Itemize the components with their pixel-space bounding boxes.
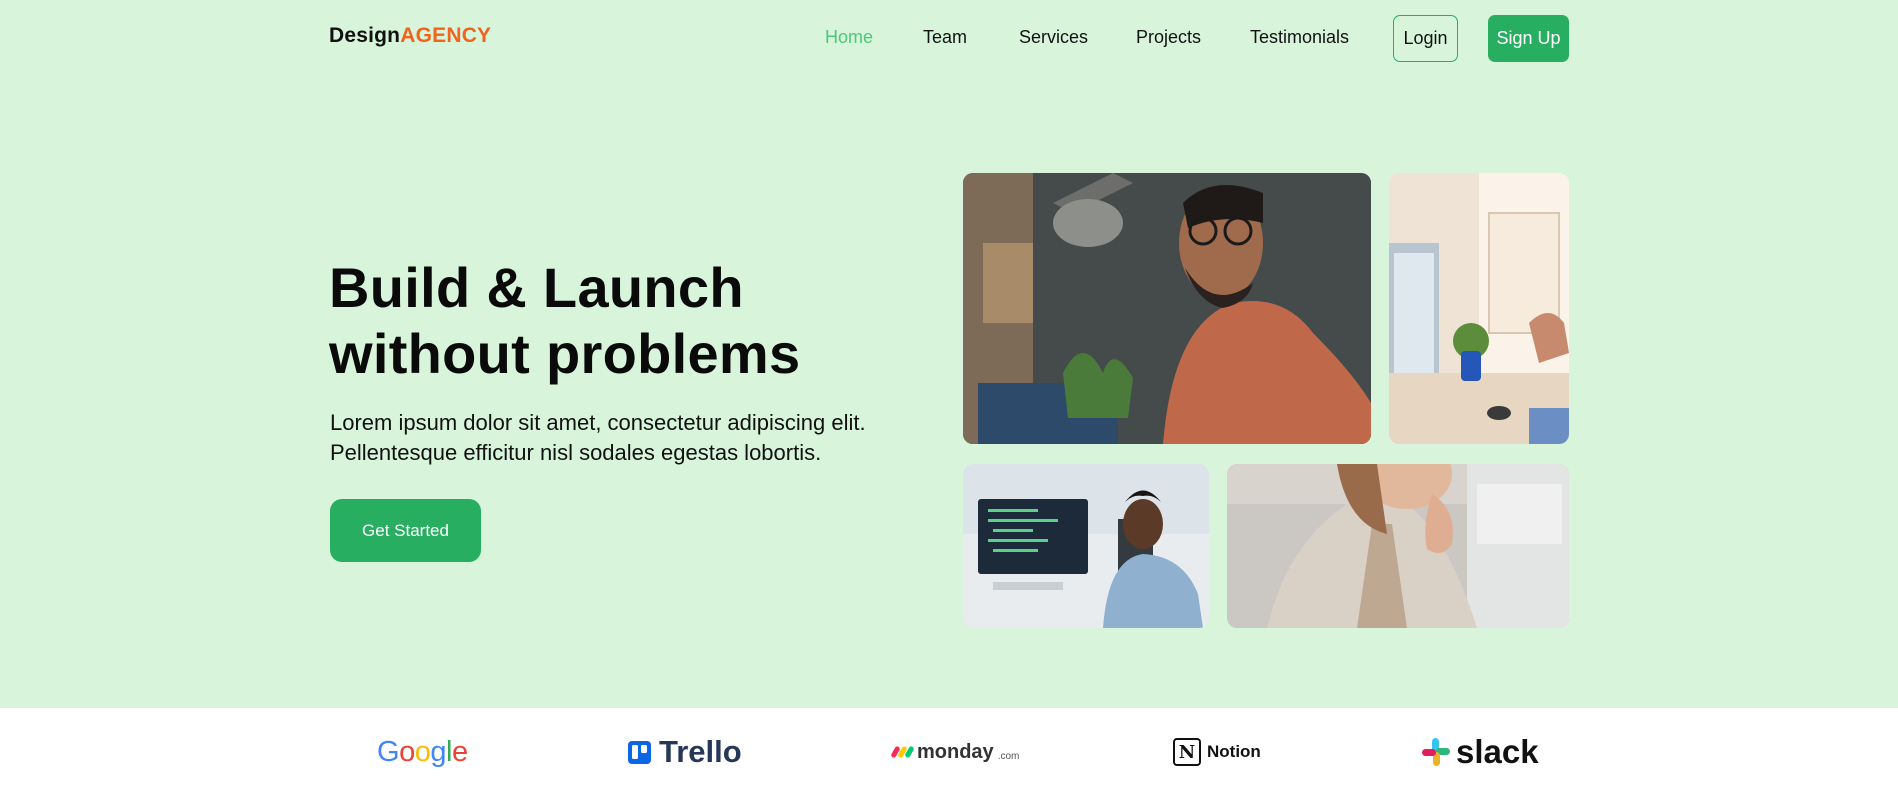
headline-line-2: without problems xyxy=(329,322,801,385)
hero-headline: Build & Launch without problems xyxy=(329,255,889,387)
notion-wordmark: Notion xyxy=(1207,742,1261,761)
monday-icon xyxy=(890,745,915,759)
headline-line-1: Build & Launch xyxy=(329,256,744,319)
slack-logo: slack xyxy=(1422,733,1539,770)
hero-background xyxy=(0,0,1898,708)
photo-developer-monitor xyxy=(963,464,1209,628)
hero-subtext: Lorem ipsum dolor sit amet, consectetur … xyxy=(330,410,866,465)
notion-logo: N Notion xyxy=(1173,734,1261,770)
notion-icon: N xyxy=(1173,738,1201,766)
trello-icon xyxy=(628,740,651,764)
nav-link-home[interactable]: Home xyxy=(825,27,873,48)
monday-suffix: .com xyxy=(997,751,1020,762)
get-started-button[interactable]: Get Started xyxy=(330,499,481,562)
top-navigation: DesignAGENCY Home Team Services Projects… xyxy=(0,0,1898,76)
nav-link-team[interactable]: Team xyxy=(923,27,967,48)
nav-link-projects[interactable]: Projects xyxy=(1136,27,1201,48)
trello-wordmark: Trello xyxy=(659,734,742,769)
google-logo: Google xyxy=(377,734,468,770)
nav-link-services[interactable]: Services xyxy=(1019,27,1088,48)
slack-icon xyxy=(1422,738,1450,766)
google-wordmark: Google xyxy=(377,735,468,768)
photo-desk-window xyxy=(1389,173,1569,444)
signup-button[interactable]: Sign Up xyxy=(1488,15,1569,62)
brand-logo[interactable]: DesignAGENCY xyxy=(329,24,491,48)
login-button[interactable]: Login xyxy=(1393,15,1458,62)
slack-wordmark: slack xyxy=(1456,733,1539,770)
logo-text-design: Design xyxy=(329,24,401,47)
monday-logo: monday .com xyxy=(890,734,1020,770)
nav-link-testimonials[interactable]: Testimonials xyxy=(1250,27,1349,48)
photo-woman-blazer xyxy=(1227,464,1569,628)
logo-text-agency: AGENCY xyxy=(400,24,492,47)
trello-logo: Trello xyxy=(628,734,742,770)
photo-man-laptop xyxy=(963,173,1371,444)
monday-wordmark: monday xyxy=(917,740,994,763)
